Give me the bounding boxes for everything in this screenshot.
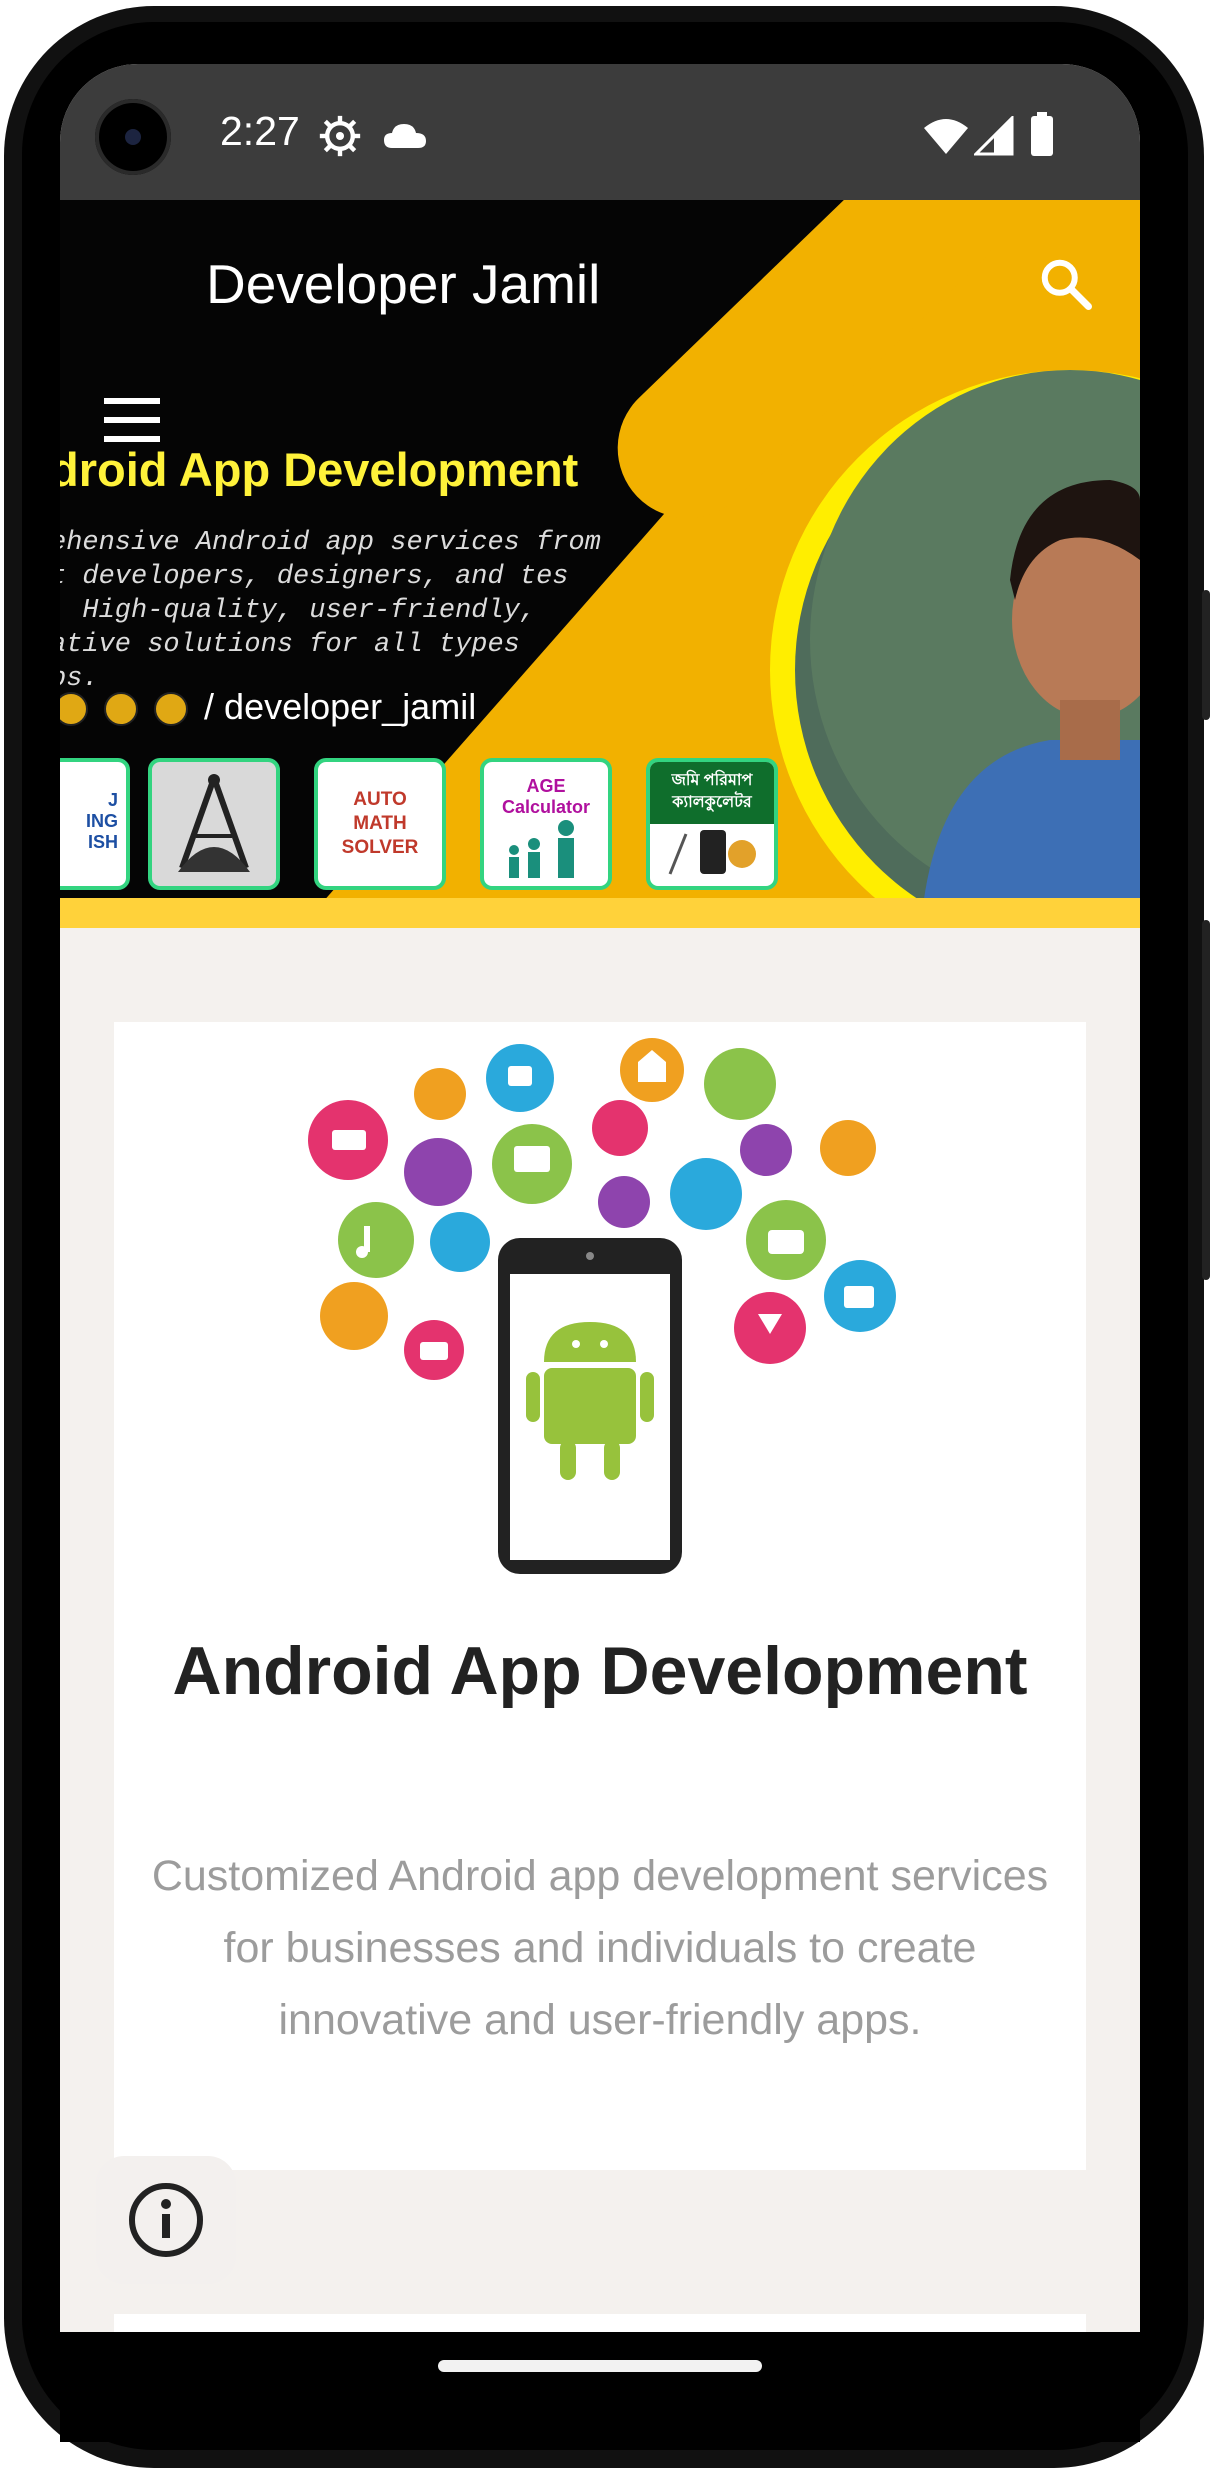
settings-gear-icon bbox=[319, 115, 361, 157]
banner-headline: droid App Development bbox=[60, 443, 579, 496]
navigation-bar bbox=[60, 2332, 1140, 2442]
status-time: 2:27 bbox=[220, 108, 300, 154]
banner-bottom-stripe bbox=[60, 898, 1140, 928]
app-title: Developer Jamil bbox=[206, 253, 601, 315]
app-tile-english: J ING ISH bbox=[60, 758, 130, 890]
instagram-icon bbox=[154, 692, 189, 727]
social-handle: / developer_jamil bbox=[204, 686, 477, 727]
cloud-icon bbox=[384, 124, 426, 148]
status-bar: 2:27 bbox=[60, 64, 1140, 200]
front-camera bbox=[95, 99, 171, 175]
header-banner: Developer Jamil droid App Development eh… bbox=[60, 200, 1140, 928]
app-tile-compass bbox=[148, 758, 280, 890]
tile-label: AGE Calculator bbox=[501, 776, 591, 817]
social-row: / developer_jamil bbox=[60, 686, 476, 728]
app-tile-auto-math: AUTO MATH SOLVER bbox=[314, 758, 446, 890]
land-measure-icon bbox=[668, 830, 756, 875]
volume-button bbox=[1202, 920, 1210, 1280]
compass-icon bbox=[178, 774, 250, 872]
service-card[interactable]: Android App Development Customized Andro… bbox=[114, 1022, 1086, 2170]
wifi-icon bbox=[924, 119, 968, 154]
family-icon bbox=[509, 820, 574, 878]
home-gesture-pill[interactable] bbox=[438, 2360, 762, 2372]
signal-icon bbox=[974, 116, 1014, 156]
hamburger-bar bbox=[104, 398, 160, 404]
phone-illustration bbox=[498, 1238, 682, 1574]
power-button bbox=[1202, 590, 1210, 720]
info-icon bbox=[129, 2183, 203, 2257]
next-service-card[interactable] bbox=[114, 2314, 1086, 2332]
search-icon[interactable] bbox=[1036, 254, 1096, 314]
banner-description: ehensive Android app services from t dev… bbox=[60, 528, 601, 694]
card-title: Android App Development bbox=[172, 1633, 1028, 1709]
screen: 2:27 Developer Jamil droid App Developme… bbox=[60, 64, 1140, 2332]
menu-button[interactable] bbox=[104, 398, 160, 442]
tile-label: জমি পরিমাপ ক্যালকুলেটর bbox=[650, 762, 774, 824]
card-description: Customized Android app development servi… bbox=[151, 1852, 1049, 2044]
app-tile-land-measure: জমি পরিমাপ ক্যালকুলেটর bbox=[646, 758, 778, 890]
android-apps-illustration bbox=[308, 1038, 896, 1574]
tile-label: J ING ISH bbox=[85, 790, 118, 852]
hamburger-bar bbox=[104, 417, 160, 423]
tile-label: AUTO MATH SOLVER bbox=[341, 789, 419, 858]
info-button[interactable] bbox=[96, 2156, 236, 2284]
battery-icon bbox=[1031, 112, 1053, 156]
social-icon bbox=[60, 692, 88, 727]
phone-frame: 2:27 Developer Jamil droid App Developme… bbox=[0, 0, 1211, 2474]
app-tile-age-calculator: AGE Calculator bbox=[480, 758, 612, 890]
linkedin-icon bbox=[104, 692, 139, 727]
